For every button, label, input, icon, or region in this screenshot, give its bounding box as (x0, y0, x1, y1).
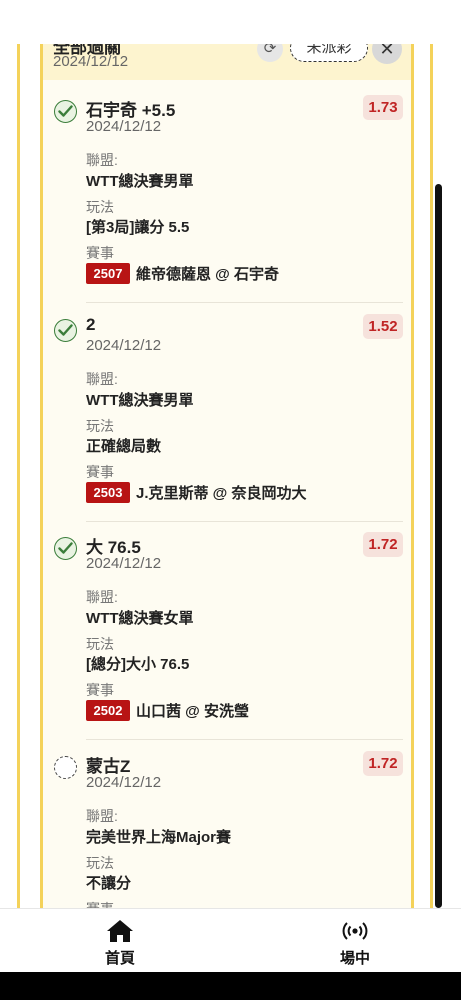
check-circle-icon (54, 537, 77, 560)
nav-label: 首頁 (104, 950, 135, 967)
scrollbar[interactable] (435, 184, 442, 908)
divider (86, 521, 403, 522)
league-label: 聯盟: (86, 808, 118, 824)
match-name: 山口茜 @ 安洗瑩 (136, 702, 249, 720)
bet-date: 2024/12/12 (86, 337, 162, 354)
play-value: [總分]大小 76.5 (86, 656, 190, 673)
league-label: 聯盟: (86, 589, 118, 605)
bet-slip-panel: 全部過關 2024/12/12 ⟳ 未派彩 ✕ 石宇奇 +5.5 2024/12… (40, 44, 414, 908)
league-value: WTT總決賽男單 (86, 392, 194, 409)
live-broadcast-icon (342, 922, 368, 940)
bottom-nav: 首頁 場中 (0, 908, 461, 972)
odds-badge: 1.52 (363, 314, 403, 339)
play-label: 玩法 (86, 636, 114, 652)
status-badge[interactable]: 未派彩 (290, 44, 368, 62)
match-row: 2503 J.克里斯蒂 @ 奈良岡功大 (86, 481, 306, 503)
match-code-badge: 2502 (86, 699, 130, 721)
play-value: 不讓分 (86, 875, 132, 892)
match-label: 賽事 (86, 464, 114, 480)
match-code-badge: 2503 (86, 481, 130, 503)
match-label: 賽事 (86, 899, 114, 908)
nav-item-home[interactable]: 首頁 (80, 909, 160, 973)
bet-date: 2024/12/12 (86, 774, 162, 791)
match-row: 2502 山口茜 @ 安洗瑩 (86, 699, 249, 721)
odds-badge: 1.73 (363, 95, 403, 120)
play-value: 正確總局數 (86, 438, 162, 455)
league-label: 聯盟: (86, 371, 118, 387)
bet-slip-date: 2024/12/12 (53, 53, 129, 70)
refresh-icon[interactable]: ⟳ (257, 44, 283, 62)
nav-item-live[interactable]: 場中 (315, 909, 395, 973)
play-label: 玩法 (86, 855, 114, 871)
nav-label: 場中 (339, 950, 370, 967)
bet-date: 2024/12/12 (86, 555, 162, 572)
bet-date: 2024/12/12 (86, 118, 162, 135)
bet-slip-header: 全部過關 2024/12/12 ⟳ 未派彩 ✕ (43, 44, 411, 80)
league-value: WTT總決賽女單 (86, 610, 194, 627)
match-label: 賽事 (86, 245, 114, 261)
home-icon (107, 920, 133, 942)
divider (86, 302, 403, 303)
match-name: 維帝德薩恩 @ 石宇奇 (136, 265, 279, 283)
match-label: 賽事 (86, 682, 114, 698)
check-circle-icon (54, 100, 77, 123)
frame-line-left (17, 44, 20, 908)
play-value: [第3局]讓分 5.5 (86, 219, 190, 236)
match-code-badge: 2507 (86, 262, 130, 284)
odds-badge: 1.72 (363, 751, 403, 776)
match-name: J.克里斯蒂 @ 奈良岡功大 (136, 484, 307, 502)
play-label: 玩法 (86, 418, 114, 434)
match-row: 2507 維帝德薩恩 @ 石宇奇 (86, 262, 279, 284)
system-navigation-bar (0, 972, 461, 1000)
league-value: 完美世界上海Major賽 (86, 829, 232, 846)
close-icon[interactable]: ✕ (372, 44, 402, 64)
league-value: WTT總決賽男單 (86, 173, 194, 190)
screen: 全部過關 2024/12/12 ⟳ 未派彩 ✕ 石宇奇 +5.5 2024/12… (0, 0, 461, 1000)
divider (86, 739, 403, 740)
league-label: 聯盟: (86, 152, 118, 168)
play-label: 玩法 (86, 199, 114, 215)
pending-circle-icon (54, 756, 77, 779)
odds-badge: 1.72 (363, 532, 403, 557)
check-circle-icon (54, 319, 77, 342)
bet-selection: 2 (86, 315, 96, 334)
frame-line-right (430, 44, 433, 908)
